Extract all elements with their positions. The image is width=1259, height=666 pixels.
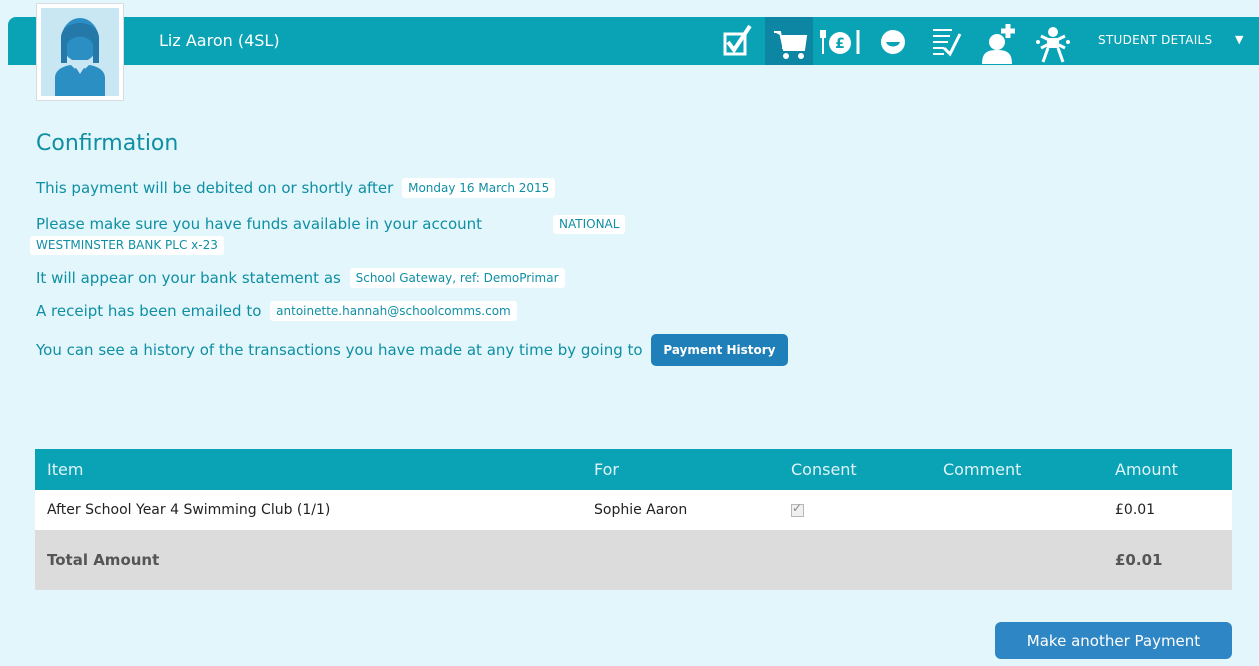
page: Liz Aaron (4SL) £ STUDENT DETAILS ▼ Conf… [0,0,1259,666]
column-header-consent: Consent [779,449,931,490]
row-comment [931,490,1103,530]
row-consent [779,490,931,530]
account-name-line1: NATIONAL [553,215,626,234]
items-table: Item For Consent Comment Amount After Sc… [35,449,1232,590]
smiley-icon[interactable] [875,20,911,64]
column-header-for: For [582,449,779,490]
total-amount: £0.01 [1103,530,1232,590]
debit-date: Monday 16 March 2015 [402,178,556,198]
receipt-line: A receipt has been emailed to antoinette… [36,301,517,321]
statement-line: It will appear on your bank statement as… [36,268,565,288]
dinner-money-icon[interactable]: £ [818,20,866,64]
medical-icon[interactable] [978,20,1022,64]
row-for: Sophie Aaron [582,490,779,530]
funds-line: Please make sure you have funds availabl… [36,214,482,234]
account-name-line2: WESTMINSTER BANK PLC x-23 [30,236,224,255]
history-text: You can see a history of the transaction… [36,341,643,359]
table-header-row: Item For Consent Comment Amount [35,449,1232,490]
funds-text: Please make sure you have funds availabl… [36,215,483,233]
statement-ref: School Gateway, ref: DemoPrimar [349,268,565,288]
debit-line: This payment will be debited on or short… [36,178,556,198]
table-row: After School Year 4 Swimming Club (1/1) … [35,490,1232,530]
payment-history-button[interactable]: Payment History [651,334,788,366]
club-icon[interactable] [1033,20,1073,64]
row-amount: £0.01 [1103,490,1232,530]
student-details-menu[interactable]: STUDENT DETAILS [1098,32,1212,48]
cart-icon[interactable] [770,20,810,64]
checkbox-icon[interactable] [720,20,756,64]
consent-checkbox [791,501,804,517]
notes-icon[interactable] [928,20,964,64]
chevron-down-icon[interactable]: ▼ [1235,33,1243,46]
column-header-amount: Amount [1103,449,1232,490]
total-row: Total Amount £0.01 [35,530,1232,590]
receipt-email: antoinette.hannah@schoolcomms.com [270,301,517,321]
total-label: Total Amount [35,530,1103,590]
row-item: After School Year 4 Swimming Club (1/1) [35,490,582,530]
history-line: You can see a history of the transaction… [36,334,788,366]
svg-text:£: £ [835,36,845,52]
student-name: Liz Aaron (4SL) [159,31,280,50]
avatar[interactable] [36,3,124,101]
column-header-item: Item [35,449,582,490]
receipt-text: A receipt has been emailed to [36,302,262,320]
statement-text: It will appear on your bank statement as [36,269,341,287]
make-another-payment-button[interactable]: Make another Payment [995,622,1232,659]
column-header-comment: Comment [931,449,1103,490]
debit-text: This payment will be debited on or short… [36,179,394,197]
page-title: Confirmation [36,131,179,156]
